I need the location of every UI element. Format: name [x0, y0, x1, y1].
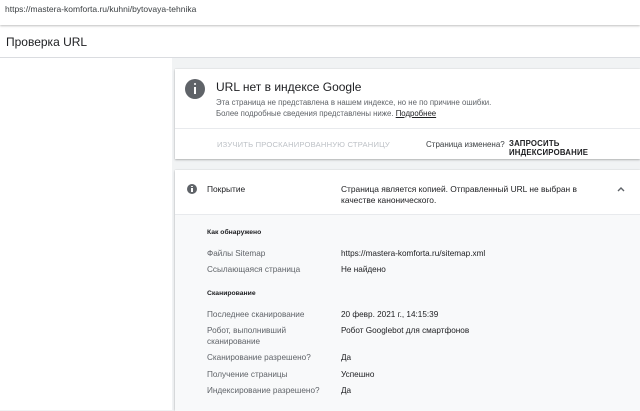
section-title-discovery: Как обнаружено: [207, 229, 262, 236]
detail-label: Получение страницы: [207, 370, 288, 379]
detail-label: Индексирование разрешено?: [207, 386, 320, 395]
url-text[interactable]: https://mastera-komforta.ru/kuhni/bytova…: [5, 4, 196, 14]
divider: [175, 128, 640, 129]
detail-value: Не найдено: [341, 265, 386, 274]
detail-label: Последнее сканирование: [207, 310, 305, 319]
detail-value: Да: [341, 386, 352, 395]
page-title: Проверка URL: [6, 35, 88, 49]
coverage-details: Как обнаружено Файлы Sitemap https://mas…: [175, 214, 640, 411]
detail-value: Робот Googlebot для смартфонов: [341, 326, 470, 335]
detail-label: Сканирование разрешено?: [207, 353, 311, 362]
info-icon: [187, 184, 197, 194]
detail-label: Ссылающаяся страница: [207, 265, 301, 274]
index-status-card: URL нет в индексе Google Эта страница не…: [175, 69, 640, 159]
page-header: Проверка URL: [0, 25, 640, 58]
index-status-title: URL нет в индексе Google: [216, 80, 362, 94]
coverage-header[interactable]: Покрытие Страница является копией. Отпра…: [175, 170, 640, 214]
inspect-crawled-page-button[interactable]: ИЗУЧИТЬ ПРОСКАНИРОВАННУЮ СТРАНИЦУ: [217, 140, 390, 149]
address-bar[interactable]: https://mastera-komforta.ru/kuhni/bytova…: [0, 0, 640, 25]
detail-label: Робот, выполнивший сканирование: [207, 326, 287, 346]
detail-value: 20 февр. 2021 г., 14:15:39: [341, 310, 439, 319]
detail-value: https://mastera-komforta.ru/sitemap.xml: [341, 249, 486, 258]
coverage-label: Покрытие: [207, 184, 246, 194]
request-indexing-button[interactable]: ЗАПРОСИТЬ ИНДЕКСИРОВАНИЕ: [509, 139, 640, 157]
chevron-up-icon[interactable]: [616, 185, 626, 193]
detail-label: Файлы Sitemap: [207, 249, 266, 258]
page-changed-label: Страница изменена?: [426, 140, 505, 149]
status-desc-line1: Эта страница не представлена в нашем инд…: [216, 98, 492, 107]
detail-value: Да: [341, 353, 352, 362]
section-title-crawl: Сканирование: [207, 290, 256, 297]
detail-value: Успешно: [341, 370, 375, 379]
status-desc-line2: Более подробные сведения представлены ни…: [216, 109, 394, 118]
info-icon: [185, 79, 205, 99]
left-pane: [0, 58, 172, 410]
coverage-card: Покрытие Страница является копией. Отпра…: [175, 170, 640, 411]
details-link[interactable]: Подробнее: [396, 109, 436, 118]
index-status-description: Эта страница не представлена в нашем инд…: [216, 97, 576, 119]
coverage-value: Страница является копией. Отправленный U…: [341, 184, 577, 205]
